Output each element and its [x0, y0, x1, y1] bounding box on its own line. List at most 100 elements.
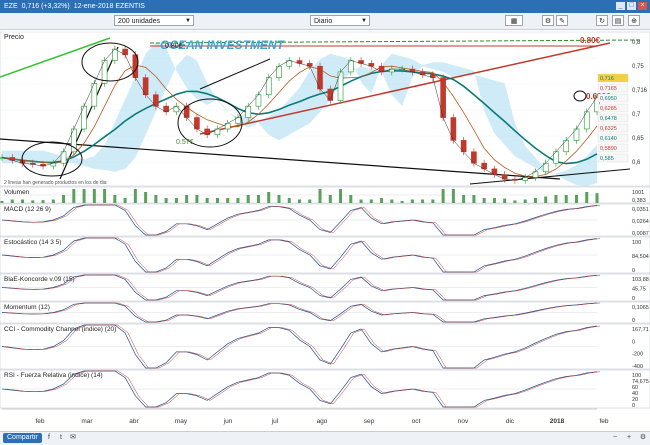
x-tick-label: dic: [506, 418, 515, 425]
chart-toolbar: 200 unidades ▼ Diario ▼ ▦ ⚙ ✎ ↻ ▤ ⊕: [0, 13, 650, 30]
settings-icon[interactable]: ⚙: [542, 15, 554, 26]
email-icon[interactable]: ✉: [68, 433, 78, 443]
volume-bar: [533, 198, 537, 203]
volume-bar: [431, 199, 435, 203]
indicator-value-stoch: 0: [632, 268, 635, 274]
volume-bar: [318, 189, 322, 203]
price-tag-label: 0,6478: [600, 116, 617, 122]
x-tick-label: abr: [129, 418, 139, 425]
minimize-icon[interactable]: _: [616, 2, 625, 10]
zoom-in-icon[interactable]: +: [624, 433, 634, 443]
volume-bar: [144, 192, 148, 203]
volume-bar: [595, 193, 599, 203]
volume-bar: [339, 189, 343, 203]
annotation-high-right: 0.80€: [580, 36, 601, 45]
volume-bar: [277, 195, 281, 203]
x-tick-label: jun: [223, 418, 233, 425]
x-tick-label: nov: [458, 418, 469, 425]
draw-tools-icon[interactable]: ✎: [556, 15, 568, 26]
refresh-icon[interactable]: ↻: [596, 15, 608, 26]
indicator-value-stoch: 84,504: [632, 254, 649, 260]
indicator-value-cci: -200: [632, 352, 643, 358]
indicator-value-klinger: 0: [632, 296, 635, 302]
price-tag-label: 0,6285: [600, 106, 617, 112]
indicator-value-cci: 167,71: [632, 327, 649, 333]
volume-bar: [482, 198, 486, 203]
x-tick-label: may: [175, 418, 188, 425]
price-tag-label: 0,5890: [600, 146, 617, 152]
volume-bar: [564, 195, 568, 203]
volume-bar: [349, 195, 353, 203]
settings-icon[interactable]: ⚙: [638, 433, 648, 443]
volume-bar: [421, 199, 425, 203]
indicator-title-rsi: RSI - Fuerza Relativa (indice) (14): [4, 372, 103, 379]
volume-bar: [492, 198, 496, 203]
share-button[interactable]: Compartir: [3, 433, 42, 443]
indicator-title-momentum: Momentum (12): [4, 304, 50, 311]
x-tick-label: feb: [35, 418, 44, 425]
period-select[interactable]: Diario ▼: [310, 15, 370, 26]
volume-bar: [410, 199, 414, 203]
volume-bar: [328, 195, 332, 203]
indicator-title-klinger: BlaE-Koncorde v.09 (15): [4, 276, 75, 283]
volume-bar: [123, 198, 127, 203]
axis-tick-label: 0,716: [632, 88, 648, 94]
indicator-title-stoch: Estocástico (14 3 5): [4, 239, 61, 246]
units-select-value: 200 unidades: [118, 18, 161, 25]
indicator-value-cci: 0: [632, 339, 635, 345]
zoom-icon[interactable]: ⊕: [628, 15, 640, 26]
volume-bar: [369, 199, 373, 203]
volume-bar: [113, 195, 117, 203]
volume-bar: [10, 199, 14, 203]
volume-bar: [287, 198, 291, 203]
zoom-out-icon[interactable]: −: [610, 433, 620, 443]
axis-tick-label: 0,7: [632, 112, 641, 118]
price-tag-label: 0,6140: [600, 136, 617, 142]
volume-bar: [503, 198, 507, 203]
indicator-value-stoch: 100: [632, 240, 641, 246]
price-panel-title: Precio: [4, 34, 24, 41]
x-tick-label: ago: [317, 418, 328, 425]
facebook-icon[interactable]: f: [44, 433, 54, 443]
title-bar: EZE 0,716 (+3,32%) 12-ene-2018 EZENTIS _…: [0, 0, 650, 13]
chart-area[interactable]: PrecioOCEAN INVESTMENT0.80€0.80€0.693€0.…: [0, 29, 650, 431]
volume-bar: [103, 189, 107, 203]
indicator-value-macd: 0,0351: [632, 207, 649, 213]
indicator-title-cci: CCI - Commodity Channel (indice) (20): [4, 326, 116, 333]
axis-tick-label: 0,65: [632, 136, 644, 142]
date-label: 12-ene-2018 EZENTIS: [73, 3, 145, 10]
maximize-icon[interactable]: □: [627, 2, 636, 10]
twitter-icon[interactable]: t: [56, 433, 66, 443]
volume-bar: [585, 192, 589, 203]
indicator-value-momentum: 0,1065: [632, 305, 649, 311]
volume-bar: [400, 201, 404, 203]
x-tick-label: feb: [599, 418, 608, 425]
axis-tick-label: 0,75: [632, 64, 644, 70]
volume-bar: [462, 195, 466, 203]
volume-bar: [390, 199, 394, 203]
volume-bar: [31, 200, 35, 203]
indicator-value-volumen: 0,383: [632, 198, 646, 204]
volume-bar: [164, 198, 168, 203]
volume-bar: [472, 195, 476, 203]
volume-bar: [185, 195, 189, 203]
chevron-down-icon: ▼: [361, 18, 367, 24]
volume-bar: [236, 198, 240, 203]
price-tag-label: 0,6950: [600, 96, 617, 102]
x-tick-label: oct: [412, 418, 421, 425]
units-select[interactable]: 200 unidades ▼: [114, 15, 194, 26]
x-tick-label: mar: [81, 418, 93, 425]
close-icon[interactable]: ×: [638, 2, 647, 10]
volume-bar: [51, 199, 55, 203]
volume-bar: [544, 196, 548, 203]
volume-bar: [380, 198, 384, 203]
indicator-value-macd: 0,0087: [632, 231, 649, 237]
chart-type-icon[interactable]: ▦: [505, 15, 523, 26]
ticker-label: EZE: [4, 3, 18, 10]
annotation-low: 0.57€: [176, 139, 194, 146]
price-tag-label: 0,716: [600, 76, 614, 82]
x-tick-label: sep: [364, 418, 375, 425]
volume-bar: [133, 189, 137, 203]
print-icon[interactable]: ▤: [612, 15, 624, 26]
volume-bar: [41, 200, 45, 203]
